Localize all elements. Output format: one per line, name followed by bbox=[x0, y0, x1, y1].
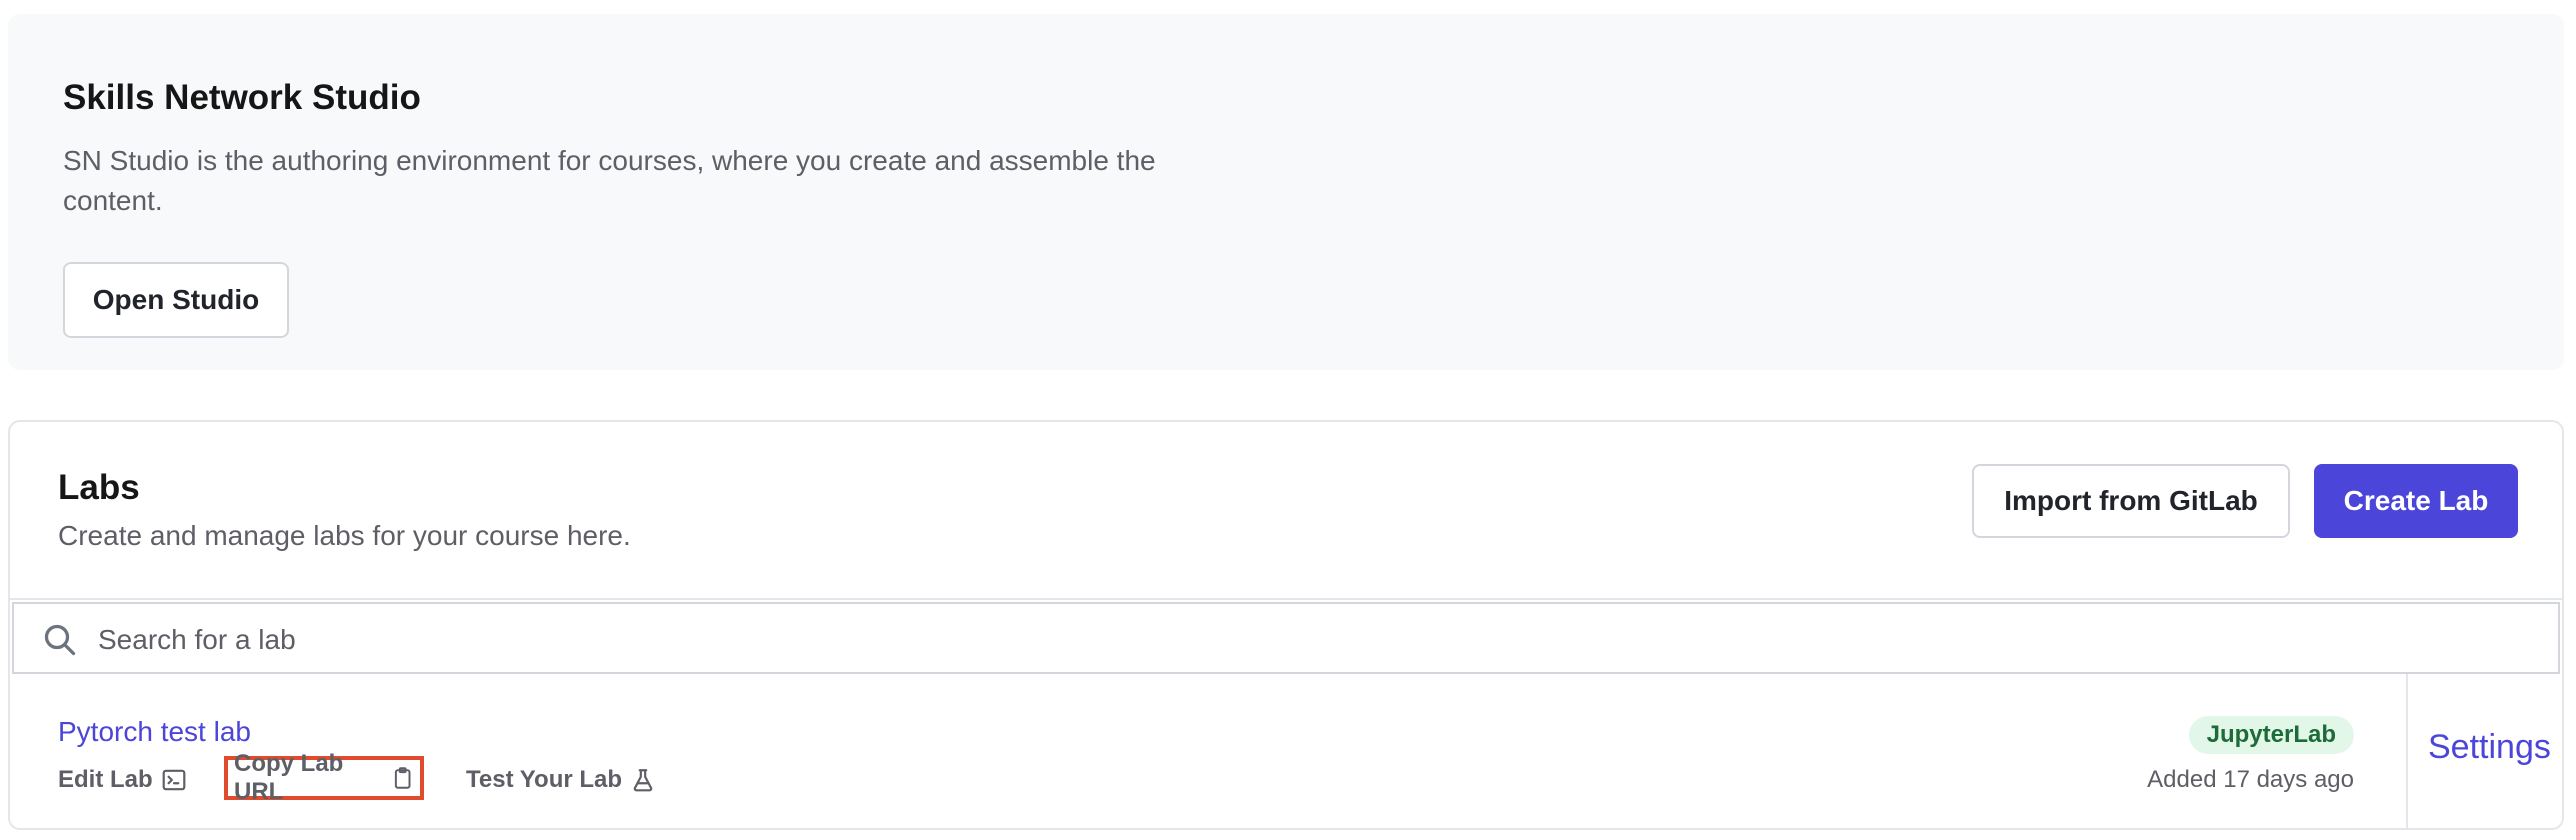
studio-card: Skills Network Studio SN Studio is the a… bbox=[8, 14, 2564, 370]
lab-row: Pytorch test lab Edit Lab Copy Lab URL T… bbox=[10, 674, 2562, 830]
test-your-lab-label: Test Your Lab bbox=[466, 766, 623, 793]
search-input[interactable] bbox=[96, 614, 2500, 666]
clipboard-icon bbox=[394, 767, 411, 789]
search-icon bbox=[44, 624, 76, 656]
create-lab-button[interactable]: Create Lab bbox=[2314, 464, 2518, 538]
settings-link[interactable]: Settings bbox=[2428, 728, 2551, 767]
lab-type-badge: JupyterLab bbox=[2188, 716, 2354, 754]
flask-icon bbox=[633, 769, 653, 792]
open-studio-button[interactable]: Open Studio bbox=[63, 262, 289, 338]
copy-lab-url-label: Copy Lab URL bbox=[234, 750, 344, 805]
edit-lab-action[interactable]: Edit Lab bbox=[58, 766, 187, 794]
terminal-icon bbox=[162, 769, 186, 791]
labs-card: Labs Create and manage labs for your cou… bbox=[8, 420, 2564, 830]
lab-search-bar bbox=[12, 602, 2560, 674]
lab-name-link[interactable]: Pytorch test lab bbox=[58, 716, 251, 748]
labs-title: Labs bbox=[58, 468, 140, 507]
edit-lab-label: Edit Lab bbox=[58, 766, 153, 793]
test-your-lab-action[interactable]: Test Your Lab bbox=[466, 766, 656, 794]
added-date: Added 17 days ago bbox=[2147, 766, 2354, 793]
studio-title: Skills Network Studio bbox=[63, 78, 421, 117]
copy-lab-url-action[interactable]: Copy Lab URL bbox=[224, 750, 424, 805]
import-from-gitlab-button[interactable]: Import from GitLab bbox=[1972, 464, 2290, 538]
divider bbox=[10, 598, 2562, 600]
studio-description: SN Studio is the authoring environment f… bbox=[63, 145, 1156, 216]
settings-divider bbox=[2406, 674, 2408, 828]
labs-description: Create and manage labs for your course h… bbox=[58, 520, 631, 551]
